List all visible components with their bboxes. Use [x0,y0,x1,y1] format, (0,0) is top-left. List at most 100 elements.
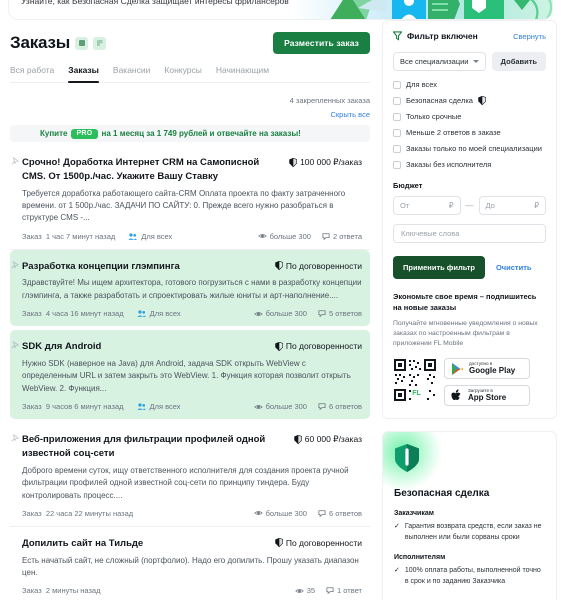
app-store-large: App Store [468,392,507,402]
checkbox-less-than-2-answers[interactable]: Меньше 2 ответов в заказе [393,128,546,137]
job-card[interactable]: Допилить сайт на Тильде По договоренност… [10,527,370,600]
tab-all-work[interactable]: Вся работа [10,65,54,82]
job-description: Есть начатый сайт, не сложный (портфолио… [22,555,359,578]
checkbox-for-all[interactable]: Для всех [393,80,546,89]
checkbox-urgent-only[interactable]: Только срочные [393,112,546,121]
safe-deal-shield-icon [395,444,419,473]
job-title[interactable]: Допилить сайт на Тильде [22,537,143,551]
checkbox-label: Безопасная сделка [406,96,473,105]
pro-promo-bar[interactable]: Купите PRO на 1 месяц за 1 749 рублей и … [10,125,370,142]
job-time: Заказ 2 минуты назад [22,586,101,596]
tab-orders[interactable]: Заказы [68,65,99,83]
add-specialization-button[interactable]: Добавить [491,52,546,71]
checkbox-box[interactable] [393,160,401,169]
checkbox-no-performer[interactable]: Заказы без исполнителя [393,160,546,169]
eye-icon [257,234,267,239]
filter-collapse-link[interactable]: Свернуть [513,32,546,41]
checkbox-box[interactable] [393,80,401,89]
filter-header: Фильтр включен Свернуть [393,31,546,41]
job-title[interactable]: Срочно! Доработка Интернет CRM на Самопи… [22,156,277,184]
checkbox-box[interactable] [393,144,401,153]
apply-filter-button[interactable]: Применить фильтр [393,256,485,279]
job-answers: 2 ответа [322,232,362,241]
currency-symbol: ₽ [534,201,539,210]
hide-all-link[interactable]: Скрыть все [10,110,370,119]
checkbox-my-specialization-only[interactable]: Заказы только по моей специализации [393,144,546,153]
job-answers-text: 5 ответов [328,309,362,319]
job-description: Нужно SDK (наверное на Java) для Android… [22,359,351,393]
qr-code-icon: FL [393,358,437,403]
list-view-icon[interactable] [75,36,89,50]
job-views: больше 300 [253,402,307,412]
budget-label: Бюджет [393,181,423,190]
pin-icon [11,157,19,165]
safe-deal-shield-icon [275,261,283,271]
job-footer: Заказ 9 часов 6 минут назад Для всех бол… [22,402,362,411]
job-list: Срочно! Доработка Интернет CRM на Самопи… [10,146,370,600]
job-audience: Для всех [128,232,172,241]
job-card[interactable]: Разработка концепции глэмпинга По догово… [10,249,370,327]
budget-to-input[interactable]: До ₽ [478,196,546,215]
job-views-text: 35 [306,586,316,596]
app-promo-subtitle: Получайте мгновенные уведомления о новых… [393,319,538,348]
store-badges: доступно в Google Play Загрузите в App S… [444,358,530,407]
tab-contests[interactable]: Конкурсы [164,65,201,82]
job-views: 35 [294,586,316,596]
safe-deal-performer-item-text: 100% оплата работы, выполненной точно в … [404,567,541,585]
job-title[interactable]: Разработка концепции глэмпинга [22,260,180,274]
people-icon [128,233,138,240]
job-footer: Заказ 1 час 7 минут назад Для всех больш… [22,232,362,241]
job-card[interactable]: SDK для Android По договоренности Нужно … [10,330,370,420]
checkbox-box[interactable] [393,112,401,121]
job-time: Заказ 4 часа 16 минут назад [22,309,124,319]
budget-from-input[interactable]: От ₽ [393,196,461,215]
job-price-text: По договоренности [285,537,362,548]
checkbox-box[interactable] [393,128,401,137]
safe-deal-card: Безопасная сделка Заказчикам ✓ Гарантия … [382,431,557,600]
pinned-count: 4 закрепленных заказа [289,96,370,105]
google-play-badge[interactable]: доступно в Google Play [444,358,530,380]
job-card[interactable]: Срочно! Доработка Интернет CRM на Самопи… [10,146,370,250]
checkbox-safe-deal[interactable]: Безопасная сделка [393,96,546,105]
job-views-text: больше 300 [269,231,311,241]
job-price: 60 000 ₽/заказ [294,433,362,445]
job-footer-right: 35 1 ответ [294,586,362,596]
safe-deal-title: Безопасная сделка [394,488,490,500]
safe-deal-customer-item: ✓ Гарантия возврата средств, если заказ … [394,522,545,544]
job-views-text: больше 300 [265,508,307,518]
people-icon [136,403,146,411]
filter-panel: Фильтр включен Свернуть Все специализаци… [382,20,557,420]
filter-header-left: Фильтр включен [393,31,478,41]
app-promo-title: Экономьте свое время – подпишитесь на но… [393,292,537,312]
job-time: Заказ 22 часа 22 минуты назад [22,508,134,518]
checkbox-box[interactable] [393,96,401,105]
google-play-text: доступно в Google Play [469,361,515,375]
job-card[interactable]: Веб-приложения для фильтрации профилей о… [10,423,370,527]
job-views-text: больше 300 [265,402,307,412]
job-title[interactable]: SDK для Android [22,340,101,354]
job-audience: Для всех [136,309,181,318]
safe-deal-shield-icon [294,435,302,445]
comment-icon [318,310,326,318]
clear-filter-link[interactable]: Очистить [496,263,532,272]
safe-deal-performer-heading: Исполнителям [394,554,446,561]
job-footer: Заказ 22 часа 22 минуты назад больше 300… [22,509,362,518]
main-content: Заказы Разместить заказ Вся работа Заказ… [0,20,561,600]
budget-to-placeholder: До [485,201,495,210]
app-store-badge[interactable]: Загрузите в App Store [444,385,530,407]
keywords-input[interactable]: Ключевые слова [393,224,546,243]
tab-beginners[interactable]: Начинающим [216,65,269,82]
job-header: Разработка концепции глэмпинга По догово… [22,260,362,274]
people-icon [136,310,146,318]
place-order-button[interactable]: Разместить заказ [273,32,370,54]
specialization-select[interactable]: Все специализации [393,52,486,71]
top-promo-banner[interactable]: Узнайте, как Безопасная Сделка защищает … [8,0,553,20]
tab-bar: Вся работа Заказы Вакансии Конкурсы Начи… [10,65,370,83]
safe-deal-shield-icon [478,96,486,105]
job-footer-right: больше 300 6 ответов [253,402,362,412]
grid-view-icon[interactable] [93,36,107,50]
tab-vacancies[interactable]: Вакансии [113,65,150,82]
check-icon: ✓ [394,567,400,574]
pin-icon [11,260,19,269]
job-title[interactable]: Веб-приложения для фильтрации профилей о… [22,433,277,461]
